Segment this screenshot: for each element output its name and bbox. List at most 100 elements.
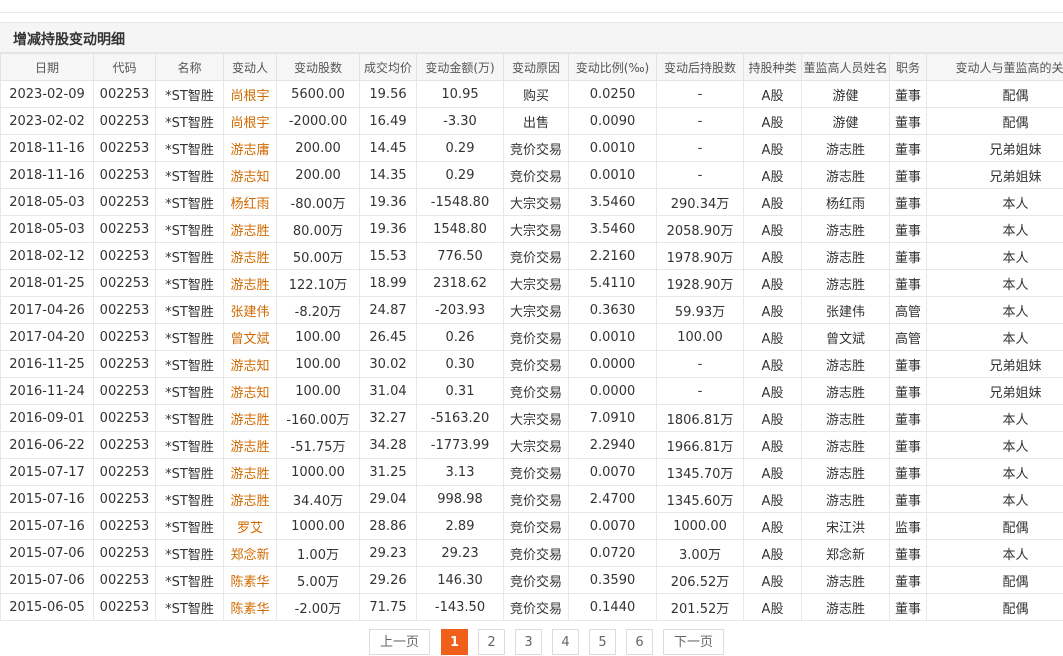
col-date-cell: 2015-06-05 (0, 593, 94, 621)
col-changer-cell[interactable]: 游志胜 (223, 404, 277, 432)
col-amount-header[interactable]: 变动金额(万) (416, 53, 504, 81)
col-shares-cell: 100.00 (276, 377, 360, 405)
col-changer-cell[interactable]: 游志胜 (223, 485, 277, 513)
col-changer-cell[interactable]: 游志胜 (223, 269, 277, 297)
col-date-cell: 2017-04-26 (0, 296, 94, 324)
col-name-header[interactable]: 名称 (155, 53, 224, 81)
col-position-cell: 董事 (889, 431, 927, 459)
col-relation-header[interactable]: 变动人与董监高的关系 (926, 53, 1063, 81)
page-4-button[interactable]: 4 (552, 629, 579, 655)
page-3-button[interactable]: 3 (515, 629, 542, 655)
col-after-shares-header[interactable]: 变动后持股数 (656, 53, 744, 81)
col-changer-cell[interactable]: 尚根宇 (223, 80, 277, 108)
prev-page-button[interactable]: 上一页 (369, 629, 430, 655)
col-position-header[interactable]: 职务 (889, 53, 927, 81)
panel-header: 增减持股变动明细 (0, 22, 1063, 53)
top-divider (0, 12, 1063, 13)
col-amount-cell: 10.95 (416, 80, 504, 108)
col-position-cell: 董事 (889, 566, 927, 594)
col-code-cell: 002253 (93, 539, 156, 567)
next-page-button[interactable]: 下一页 (663, 629, 724, 655)
table-row: 2015-07-06 002253 *ST智胜 郑念新 1.00万 29.23 29.23 竞… (0, 539, 1063, 567)
col-changer-cell[interactable]: 杨红雨 (223, 188, 277, 216)
col-date-cell: 2015-07-06 (0, 539, 94, 567)
page-5-button[interactable]: 5 (589, 629, 616, 655)
col-avg-price-header[interactable]: 成交均价 (359, 53, 417, 81)
col-officer-name-header[interactable]: 董监高人员姓名 (801, 53, 890, 81)
col-name-cell: *ST智胜 (155, 350, 224, 378)
col-amount-cell: 0.26 (416, 323, 504, 351)
col-avg-price-cell: 29.26 (359, 566, 417, 594)
col-avg-price-cell: 19.36 (359, 215, 417, 243)
col-changer-cell[interactable]: 陈素华 (223, 566, 277, 594)
col-after-shares-cell: 201.52万 (656, 593, 744, 621)
col-changer-cell[interactable]: 游志胜 (223, 458, 277, 486)
table-row: 2015-07-16 002253 *ST智胜 游志胜 34.40万 29.04 998.9… (0, 485, 1063, 513)
table-row: 2016-11-25 002253 *ST智胜 游志知 100.00 30.02 0.30 竞… (0, 350, 1063, 378)
col-date-header[interactable]: 日期 (0, 53, 94, 81)
col-ratio-header[interactable]: 变动比例(‰) (568, 53, 657, 81)
col-changer-header[interactable]: 变动人 (223, 53, 277, 81)
col-officer-name-cell: 杨红雨 (801, 188, 890, 216)
col-code-header[interactable]: 代码 (93, 53, 156, 81)
col-changer-cell[interactable]: 张建伟 (223, 296, 277, 324)
col-shares-cell: 1000.00 (276, 458, 360, 486)
col-ratio-cell: 0.0010 (568, 134, 657, 162)
col-changer-cell[interactable]: 陈素华 (223, 593, 277, 621)
col-shares-cell: 1.00万 (276, 539, 360, 567)
table-row: 2017-04-20 002253 *ST智胜 曾文斌 100.00 26.45 0.26 竞… (0, 323, 1063, 351)
col-after-shares-cell: 1345.60万 (656, 485, 744, 513)
col-position-cell: 董事 (889, 269, 927, 297)
col-code-cell: 002253 (93, 404, 156, 432)
col-changer-cell[interactable]: 游志庸 (223, 134, 277, 162)
col-name-cell: *ST智胜 (155, 134, 224, 162)
col-changer-cell[interactable]: 游志知 (223, 350, 277, 378)
col-avg-price-cell: 24.87 (359, 296, 417, 324)
col-changer-cell[interactable]: 罗艾 (223, 512, 277, 540)
col-amount-cell: -143.50 (416, 593, 504, 621)
col-shares-cell: -2000.00 (276, 107, 360, 135)
col-reason-cell: 竞价交易 (503, 566, 569, 594)
col-changer-cell[interactable]: 游志胜 (223, 215, 277, 243)
col-after-shares-cell: 59.93万 (656, 296, 744, 324)
col-officer-name-cell: 游健 (801, 107, 890, 135)
col-changer-cell[interactable]: 曾文斌 (223, 323, 277, 351)
col-code-cell: 002253 (93, 593, 156, 621)
col-relation-cell: 本人 (926, 404, 1063, 432)
page-2-button[interactable]: 2 (478, 629, 505, 655)
col-changer-cell[interactable]: 游志知 (223, 161, 277, 189)
col-name-cell: *ST智胜 (155, 377, 224, 405)
col-reason-cell: 大宗交易 (503, 404, 569, 432)
col-avg-price-cell: 14.35 (359, 161, 417, 189)
col-relation-cell: 本人 (926, 323, 1063, 351)
col-share-type-cell: A股 (743, 377, 802, 405)
col-date-cell: 2015-07-06 (0, 566, 94, 594)
col-changer-cell[interactable]: 游志胜 (223, 242, 277, 270)
col-changer-cell[interactable]: 尚根宇 (223, 107, 277, 135)
col-changer-cell[interactable]: 郑念新 (223, 539, 277, 567)
col-date-cell: 2018-11-16 (0, 134, 94, 162)
col-name-cell: *ST智胜 (155, 431, 224, 459)
col-name-cell: *ST智胜 (155, 242, 224, 270)
col-shares-header[interactable]: 变动股数 (276, 53, 360, 81)
col-reason-header[interactable]: 变动原因 (503, 53, 569, 81)
col-changer-cell[interactable]: 游志知 (223, 377, 277, 405)
col-share-type-cell: A股 (743, 512, 802, 540)
table-row: 2023-02-09 002253 *ST智胜 尚根宇 5600.00 19.56 10.9… (0, 80, 1063, 108)
col-share-type-cell: A股 (743, 107, 802, 135)
page-1-button[interactable]: 1 (441, 629, 468, 655)
col-changer-cell[interactable]: 游志胜 (223, 431, 277, 459)
table-row: 2015-06-05 002253 *ST智胜 陈素华 -2.00万 71.75 -143.… (0, 593, 1063, 621)
col-shares-cell: -160.00万 (276, 404, 360, 432)
col-amount-cell: 146.30 (416, 566, 504, 594)
col-shares-cell: -51.75万 (276, 431, 360, 459)
col-share-type-header[interactable]: 持股种类 (743, 53, 802, 81)
col-relation-cell: 兄弟姐妹 (926, 134, 1063, 162)
col-name-cell: *ST智胜 (155, 296, 224, 324)
page-6-button[interactable]: 6 (626, 629, 653, 655)
col-date-cell: 2015-07-16 (0, 485, 94, 513)
col-ratio-cell: 0.3590 (568, 566, 657, 594)
col-name-cell: *ST智胜 (155, 512, 224, 540)
col-code-cell: 002253 (93, 80, 156, 108)
col-reason-cell: 竞价交易 (503, 458, 569, 486)
